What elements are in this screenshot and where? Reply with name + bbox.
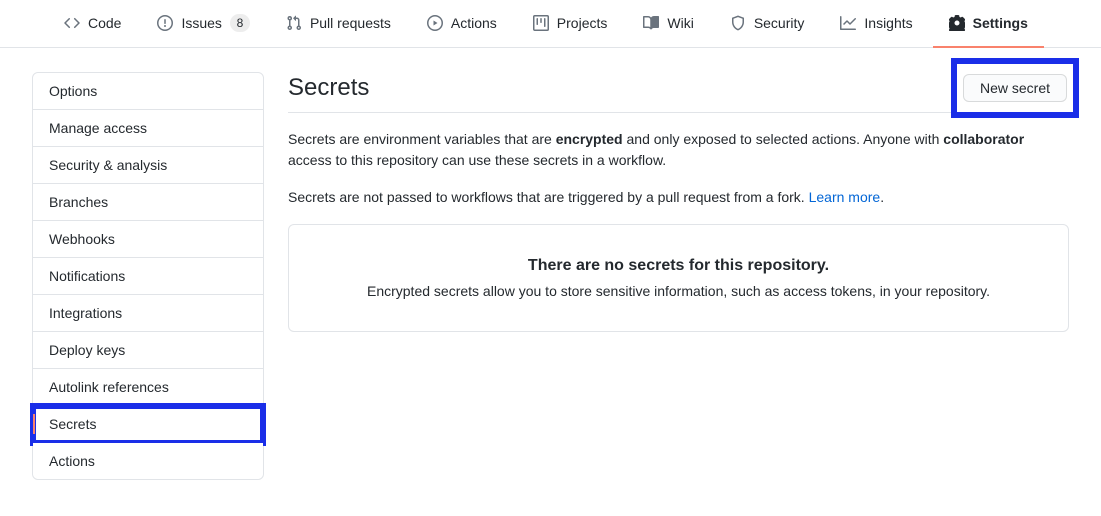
sidebar-item-label: Branches [49,194,108,210]
subhead: Secrets New secret [288,72,1069,113]
issue-icon [157,15,173,31]
tab-pull-requests[interactable]: Pull requests [270,0,407,48]
shield-icon [730,15,746,31]
sidebar-item-security-analysis[interactable]: Security & analysis [33,147,263,184]
sidebar-item-deploy-keys[interactable]: Deploy keys [33,332,263,369]
tab-projects[interactable]: Projects [517,0,624,48]
tab-label: Code [88,8,121,38]
sidebar-item-integrations[interactable]: Integrations [33,295,263,332]
tab-label: Wiki [667,8,693,38]
gear-icon [949,15,965,31]
sidebar-item-autolink-references[interactable]: Autolink references [33,369,263,406]
sidebar-item-actions[interactable]: Actions [33,443,263,479]
tab-label: Actions [451,8,497,38]
sidebar-item-label: Integrations [49,305,122,321]
play-icon [427,15,443,31]
page-title: Secrets [288,74,369,102]
learn-more-link[interactable]: Learn more [809,189,881,205]
pull-request-icon [286,15,302,31]
empty-state-text: Encrypted secrets allow you to store sen… [321,283,1036,299]
tab-label: Projects [557,8,608,38]
tab-issues[interactable]: Issues 8 [141,0,265,48]
graph-icon [840,15,856,31]
tab-insights[interactable]: Insights [824,0,928,48]
empty-state: There are no secrets for this repository… [288,224,1069,332]
secrets-description-1: Secrets are environment variables that a… [288,129,1069,171]
repo-nav: Code Issues 8 Pull requests Actions Proj… [0,0,1101,48]
sidebar-item-webhooks[interactable]: Webhooks [33,221,263,258]
tab-wiki[interactable]: Wiki [627,0,709,48]
tab-code[interactable]: Code [48,0,137,48]
tab-label: Pull requests [310,8,391,38]
sidebar-item-label: Options [49,83,97,99]
code-icon [64,15,80,31]
new-secret-button[interactable]: New secret [963,74,1067,102]
empty-state-title: There are no secrets for this repository… [321,257,1036,275]
sidebar-item-label: Security & analysis [49,157,167,173]
settings-sidebar: Options Manage access Security & analysi… [32,72,264,480]
sidebar-item-secrets[interactable]: Secrets [33,406,263,443]
tab-label: Insights [864,8,912,38]
sidebar-item-manage-access[interactable]: Manage access [33,110,263,147]
tab-label: Issues [181,8,221,38]
sidebar-item-options[interactable]: Options [33,73,263,110]
tab-label: Security [754,8,805,38]
sidebar-item-branches[interactable]: Branches [33,184,263,221]
main-content: Secrets New secret Secrets are environme… [288,72,1069,480]
sidebar-item-label: Webhooks [49,231,115,247]
project-icon [533,15,549,31]
sidebar-item-label: Secrets [49,416,96,432]
sidebar-item-label: Autolink references [49,379,169,395]
settings-layout: Options Manage access Security & analysi… [0,48,1101,504]
issues-count: 8 [230,14,250,32]
tab-security[interactable]: Security [714,0,821,48]
sidebar-item-label: Manage access [49,120,147,136]
sidebar-item-label: Notifications [49,268,125,284]
sidebar-item-notifications[interactable]: Notifications [33,258,263,295]
tab-label: Settings [973,8,1028,38]
new-secret-highlight: New secret [951,58,1079,118]
tab-actions[interactable]: Actions [411,0,513,48]
sidebar-item-label: Deploy keys [49,342,125,358]
book-icon [643,15,659,31]
sidebar-item-label: Actions [49,453,95,469]
tab-settings[interactable]: Settings [933,0,1044,48]
secrets-description-2: Secrets are not passed to workflows that… [288,187,1069,208]
settings-menu: Options Manage access Security & analysi… [32,72,264,480]
